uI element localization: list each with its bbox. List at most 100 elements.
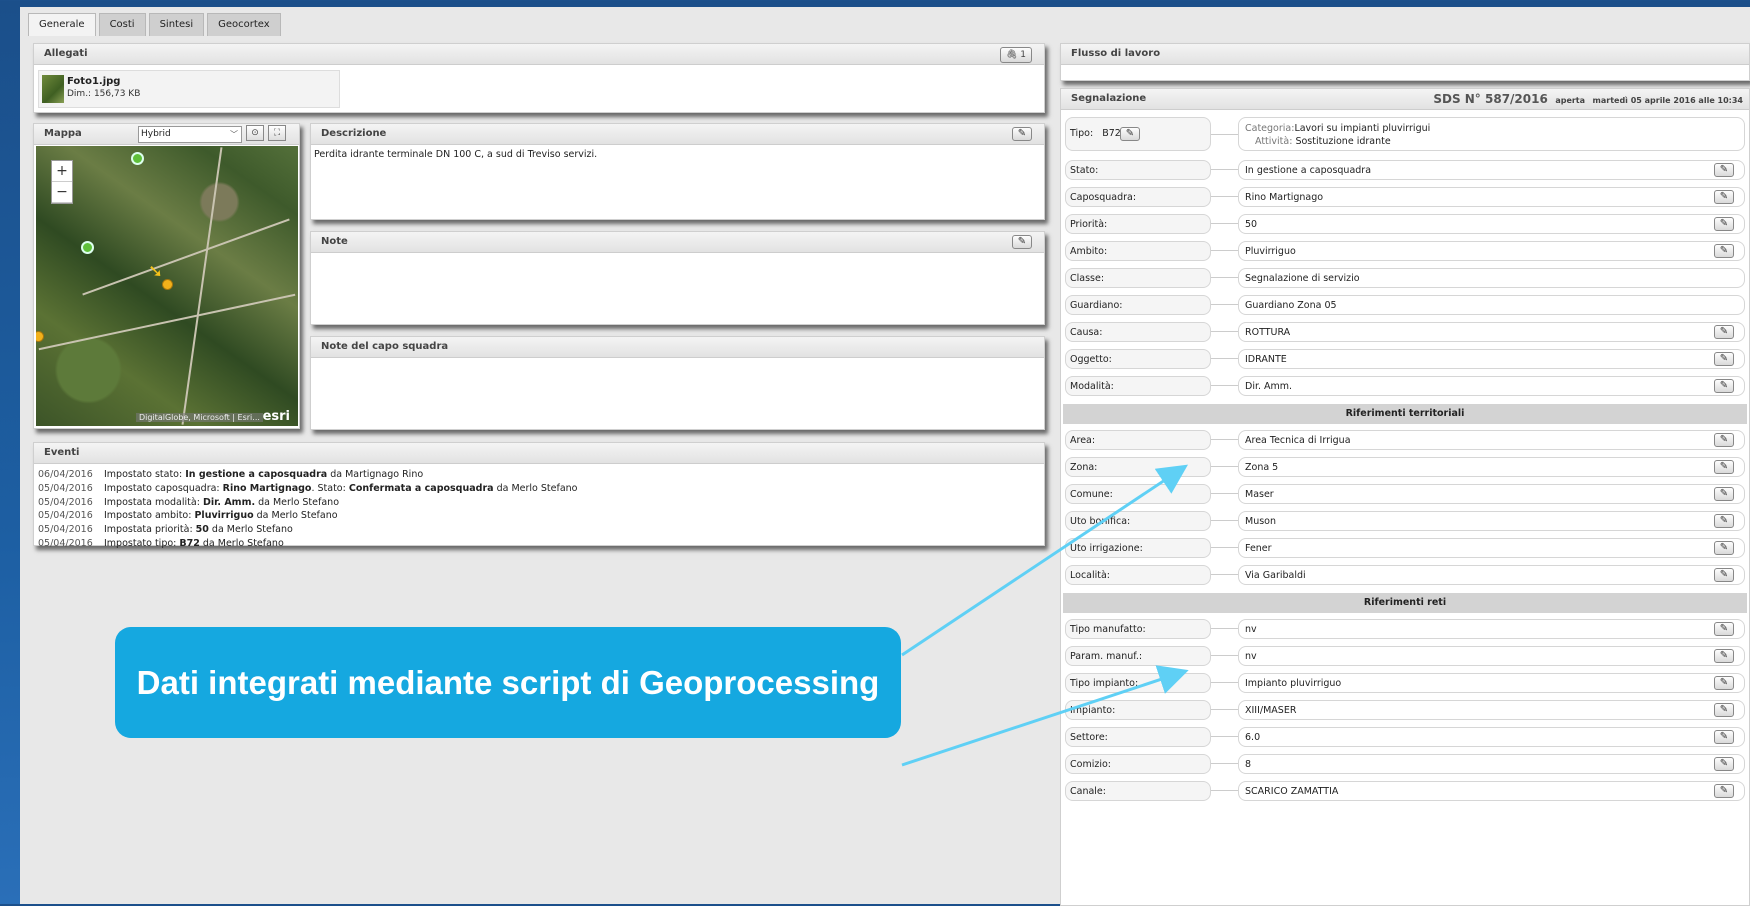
field-value-text: Rino Martignago [1245, 192, 1324, 203]
field-label: Impianto: [1065, 700, 1211, 720]
pencil-icon: ✎ [1719, 461, 1729, 472]
categoria-value: Lavori su impianti pluvirrigui [1294, 123, 1431, 134]
image-thumbnail [42, 75, 64, 103]
field-value[interactable]: Impianto pluvirriguo ✎ [1238, 673, 1745, 693]
event-row: 05/04/2016 Impostato caposquadra: Rino M… [38, 482, 1040, 496]
field-value: Guardiano Zona 05 [1238, 295, 1745, 315]
field-connector [1211, 493, 1238, 494]
field-value[interactable]: 50 ✎ [1238, 214, 1745, 234]
field-value[interactable]: XIII/MASER ✎ [1238, 700, 1745, 720]
tipo-details-box: Categoria:Lavori su impianti pluvirrigui… [1238, 117, 1745, 151]
tab-generale[interactable]: Generale [28, 13, 96, 36]
edit-area-button[interactable]: ✎ [1714, 433, 1734, 447]
field-value[interactable]: Area Tecnica di Irrigua ✎ [1238, 430, 1745, 450]
field-value-text: Segnalazione di servizio [1245, 273, 1360, 284]
map-marker-green[interactable] [81, 241, 94, 254]
pencil-icon: ✎ [1719, 164, 1729, 175]
edit-uto-bonifica-button[interactable]: ✎ [1714, 514, 1734, 528]
field-row-zona: Zona: Zona 5 ✎ [1063, 452, 1747, 482]
zoom-control: + − [51, 160, 73, 204]
field-connector [1211, 790, 1238, 791]
edit-note-button[interactable]: ✎ [1012, 235, 1032, 249]
event-row: 05/04/2016 Impostato ambito: Pluvirriguo… [38, 509, 1040, 523]
zoom-in-button[interactable]: + [52, 161, 72, 182]
zoom-out-button[interactable]: − [52, 182, 72, 203]
field-value-text: Pluvirriguo [1245, 246, 1296, 257]
edit-comizio-button[interactable]: ✎ [1714, 757, 1734, 771]
edit-tipo-impianto-button[interactable]: ✎ [1714, 676, 1734, 690]
pencil-icon: ✎ [1719, 677, 1729, 688]
field-label: Param. manuf.: [1065, 646, 1211, 666]
field-connector [1211, 196, 1238, 197]
field-value[interactable]: Maser ✎ [1238, 484, 1745, 504]
field-value[interactable]: ROTTURA ✎ [1238, 322, 1745, 342]
edit-canale-button[interactable]: ✎ [1714, 784, 1734, 798]
basemap-select[interactable]: Hybrid ﹀ [138, 126, 242, 143]
field-row-caposquadra: Caposquadra: Rino Martignago ✎ [1063, 182, 1747, 212]
field-value[interactable]: Zona 5 ✎ [1238, 457, 1745, 477]
fullscreen-button[interactable]: ⛶ [268, 125, 286, 141]
field-value[interactable]: In gestione a caposquadra ✎ [1238, 160, 1745, 180]
attachment-item[interactable]: Foto1.jpg Dim.: 156,73 KB [38, 70, 340, 108]
edit-tipo-button[interactable]: ✎ [1120, 127, 1140, 141]
edit-oggetto-button[interactable]: ✎ [1714, 352, 1734, 366]
field-value[interactable]: Fener ✎ [1238, 538, 1745, 558]
field-row-tipo-impianto: Tipo impianto: Impianto pluvirriguo ✎ [1063, 668, 1747, 698]
edit-zona-button[interactable]: ✎ [1714, 460, 1734, 474]
field-value-text: XIII/MASER [1245, 705, 1297, 716]
pencil-icon: ✎ [1719, 542, 1729, 553]
field-label: Guardiano: [1065, 295, 1211, 315]
edit-descrizione-button[interactable]: ✎ [1012, 127, 1032, 141]
edit-caposquadra-button[interactable]: ✎ [1714, 190, 1734, 204]
edit-comune-button[interactable]: ✎ [1714, 487, 1734, 501]
field-value[interactable]: Via Garibaldi ✎ [1238, 565, 1745, 585]
field-connector [1211, 277, 1238, 278]
edit-causa-button[interactable]: ✎ [1714, 325, 1734, 339]
note-capo-title: Note del capo squadra [321, 341, 449, 352]
field-value[interactable]: Rino Martignago ✎ [1238, 187, 1745, 207]
edit-stato-button[interactable]: ✎ [1714, 163, 1734, 177]
map-marker-selected[interactable] [162, 279, 173, 290]
attachment-name: Foto1.jpg [67, 76, 121, 87]
field-row-comune: Comune: Maser ✎ [1063, 479, 1747, 509]
basemap-value: Hybrid [141, 129, 171, 139]
field-value[interactable]: Pluvirriguo ✎ [1238, 241, 1745, 261]
event-author: da Merlo Stefano [253, 510, 338, 522]
map-marker-green[interactable] [131, 152, 144, 165]
note-capo-header: Note del capo squadra [311, 337, 1044, 358]
pencil-icon: ✎ [1719, 731, 1729, 742]
pencil-icon: ✎ [1719, 704, 1729, 715]
edit-param-manuf-button[interactable]: ✎ [1714, 649, 1734, 663]
tab-geocortex[interactable]: Geocortex [207, 13, 281, 36]
field-value[interactable]: nv ✎ [1238, 619, 1745, 639]
locate-button[interactable]: ⊙ [246, 125, 264, 141]
edit-tipo-manufatto-button[interactable]: ✎ [1714, 622, 1734, 636]
attachment-count-button[interactable]: 🖇 1 [999, 47, 1032, 63]
tab-costi[interactable]: Costi [98, 13, 146, 36]
map-marker-yellow[interactable] [36, 331, 44, 342]
edit-ambito-button[interactable]: ✎ [1714, 244, 1734, 258]
tab-sintesi[interactable]: Sintesi [148, 13, 205, 36]
edit-localita-button[interactable]: ✎ [1714, 568, 1734, 582]
event-date: 05/04/2016 [38, 482, 93, 494]
field-value[interactable]: SCARICO ZAMATTIA ✎ [1238, 781, 1745, 801]
edit-impianto-button[interactable]: ✎ [1714, 703, 1734, 717]
field-value[interactable]: Muson ✎ [1238, 511, 1745, 531]
field-value[interactable]: nv ✎ [1238, 646, 1745, 666]
field-value[interactable]: IDRANTE ✎ [1238, 349, 1745, 369]
field-connector [1211, 331, 1238, 332]
field-value-text: ROTTURA [1245, 327, 1291, 338]
field-value[interactable]: 6.0 ✎ [1238, 727, 1745, 747]
field-value[interactable]: Dir. Amm. ✎ [1238, 376, 1745, 396]
event-text: Impostato ambito: [104, 510, 195, 522]
edit-modalita-button[interactable]: ✎ [1714, 379, 1734, 393]
field-value[interactable]: 8 ✎ [1238, 754, 1745, 774]
edit-priorita-button[interactable]: ✎ [1714, 217, 1734, 231]
edit-uto-irrigazione-button[interactable]: ✎ [1714, 541, 1734, 555]
allegati-panel: Allegati 🖇 1 Foto1.jpg Dim.: 156,73 KB [33, 43, 1045, 113]
descrizione-title: Descrizione [321, 128, 387, 139]
pencil-icon: ✎ [1719, 488, 1729, 499]
edit-settore-button[interactable]: ✎ [1714, 730, 1734, 744]
field-value-text: Via Garibaldi [1245, 570, 1306, 581]
map-view[interactable]: + − ➘ DigitalGlobe, Microsoft | Esri... … [36, 146, 298, 426]
